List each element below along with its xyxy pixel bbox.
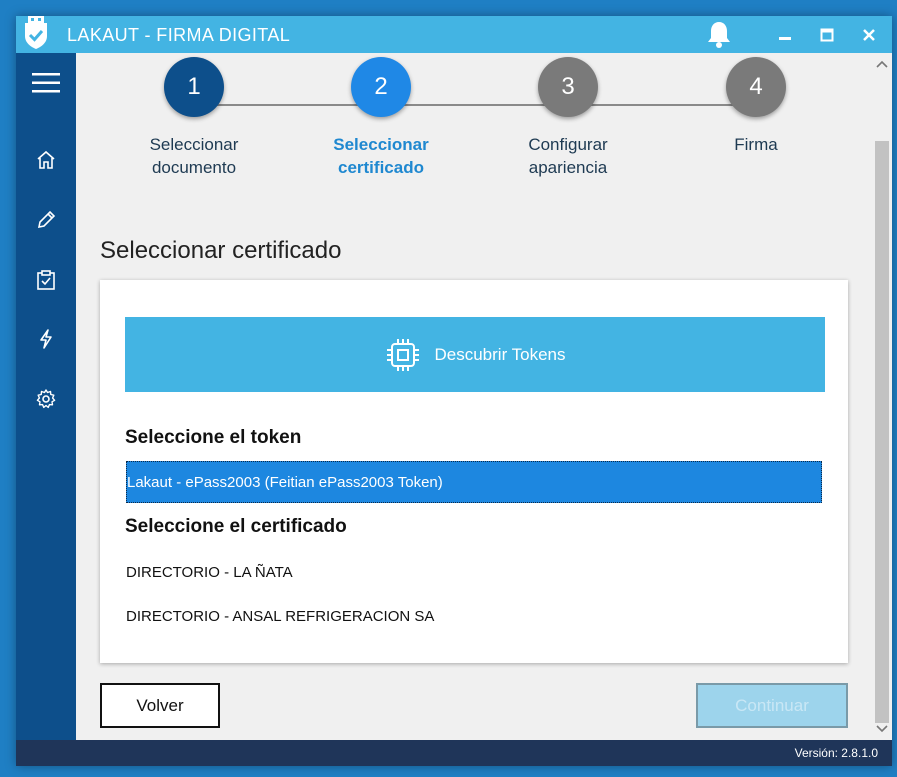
certificate-list-item[interactable]: DIRECTORIO - ANSAL REFRIGERACION SA (126, 608, 434, 625)
maximize-button[interactable] (810, 16, 844, 53)
certificate-card: Descubrir Tokens Seleccione el token Lak… (100, 280, 848, 663)
back-button[interactable]: Volver (100, 683, 220, 728)
discover-tokens-button[interactable]: Descubrir Tokens (125, 317, 825, 392)
bolt-icon (40, 329, 52, 349)
page-title: Seleccionar certificado (100, 237, 342, 264)
stepper-connector (194, 104, 756, 106)
sidebar-item-sign[interactable] (16, 197, 76, 243)
scroll-thumb[interactable] (875, 141, 889, 723)
step-number: 1 (164, 57, 224, 117)
sidebar-item-quick[interactable] (16, 316, 76, 362)
sidebar-item-settings[interactable] (16, 376, 76, 422)
status-bar: Versión: 2.8.1.0 (16, 740, 892, 766)
sidebar-item-home[interactable] (16, 137, 76, 183)
minimize-button[interactable] (768, 16, 802, 53)
token-name: Lakaut - ePass2003 (Feitian ePass2003 To… (127, 473, 443, 491)
close-button[interactable] (852, 16, 886, 53)
scroll-down-arrow[interactable] (872, 720, 892, 738)
step-number: 4 (726, 57, 786, 117)
scroll-up-arrow[interactable] (872, 55, 892, 73)
chevron-up-icon (876, 60, 888, 68)
token-list-item-selected[interactable]: Lakaut - ePass2003 (Feitian ePass2003 To… (126, 461, 822, 503)
step-label: Firma (734, 135, 778, 154)
app-window: LAKAUT - FIRMA DIGITAL 1 Seleccionar doc… (16, 16, 892, 766)
continue-button[interactable]: Continuar (696, 683, 848, 728)
hamburger-menu-icon (32, 73, 60, 93)
step-3: 3 Configurar apariencia (503, 57, 633, 179)
gear-icon (36, 389, 56, 409)
chevron-down-icon (876, 725, 888, 733)
step-4: 4 Firma (691, 57, 821, 156)
bell-icon[interactable] (702, 16, 736, 53)
step-number: 3 (538, 57, 598, 117)
step-2: 2 Seleccionar certificado (316, 57, 446, 179)
certificate-label: Seleccione el certificado (125, 516, 347, 537)
sidebar-item-verify[interactable] (16, 257, 76, 303)
title-bar: LAKAUT - FIRMA DIGITAL (16, 16, 892, 53)
step-label: Configurar apariencia (528, 135, 608, 177)
home-icon (37, 150, 55, 169)
sidebar-nav (16, 53, 76, 740)
app-shield-logo (22, 16, 50, 50)
token-label: Seleccione el token (125, 427, 302, 448)
minimize-icon (779, 36, 791, 40)
version-label: Versión: 2.8.1.0 (794, 746, 878, 760)
certificate-list-item[interactable]: DIRECTORIO - LA ÑATA (126, 564, 293, 581)
discover-tokens-label: Descubrir Tokens (434, 344, 566, 364)
step-1: 1 Seleccionar documento (129, 57, 259, 179)
app-title: LAKAUT - FIRMA DIGITAL (67, 25, 291, 45)
step-number: 2 (351, 57, 411, 117)
vertical-scrollbar[interactable] (872, 53, 892, 740)
main-content: 1 Seleccionar documento 2 Seleccionar ce… (76, 53, 872, 740)
pencil-icon (37, 210, 56, 229)
chip-icon (384, 336, 422, 374)
step-label: Seleccionar documento (149, 135, 239, 177)
close-icon (863, 28, 875, 41)
sidebar-menu-toggle[interactable] (16, 60, 76, 106)
clipboard-check-icon (37, 270, 55, 290)
step-label: Seleccionar certificado (333, 135, 429, 177)
maximize-icon (820, 28, 834, 41)
